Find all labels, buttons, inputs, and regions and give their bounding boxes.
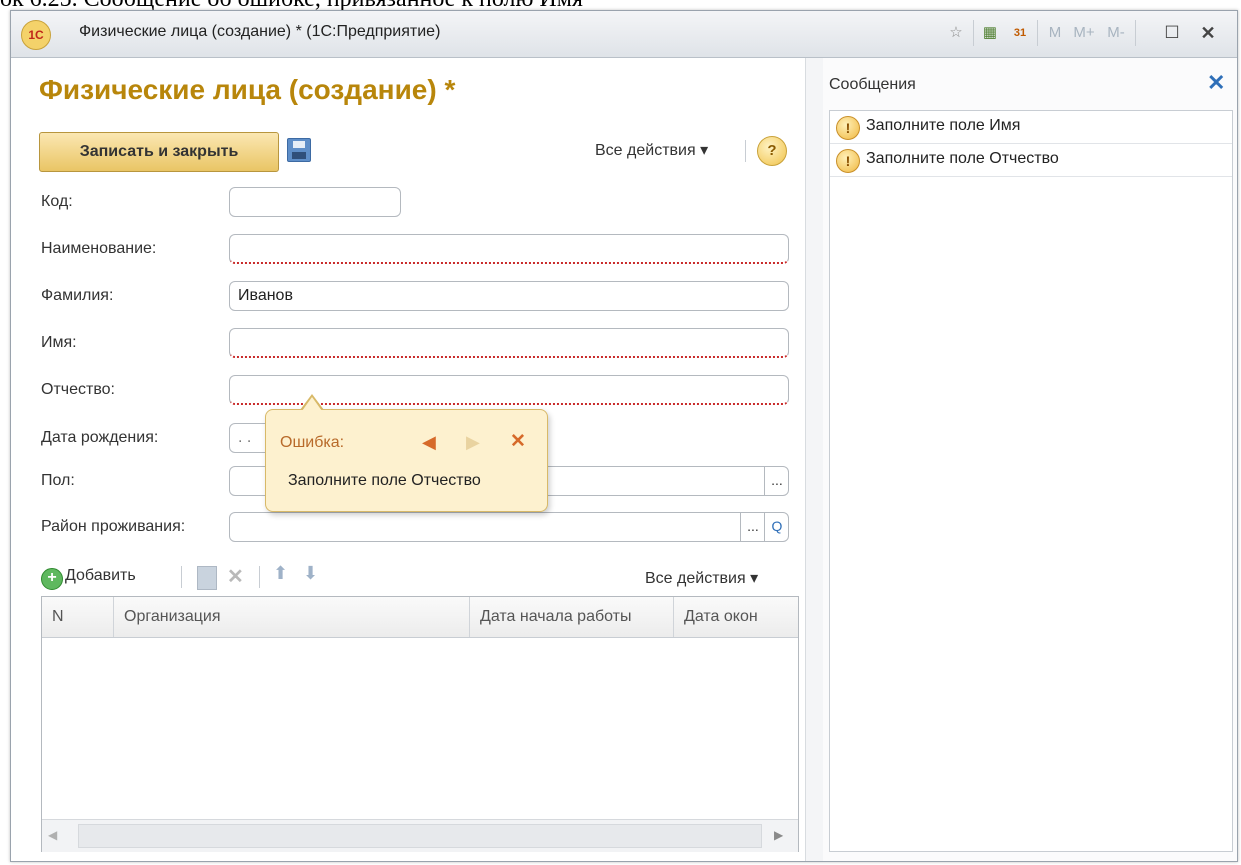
save-icon[interactable] — [287, 138, 311, 162]
balloon-pointer-fill — [302, 397, 322, 411]
column-header-end-date[interactable]: Дата окон — [674, 597, 798, 637]
gender-label: Пол: — [41, 472, 75, 489]
add-label: Добавить — [65, 567, 136, 584]
first-name-label: Имя: — [41, 334, 77, 351]
column-header-n[interactable]: N — [42, 597, 114, 637]
toolbar-separator — [973, 20, 974, 46]
toolbar-separator — [259, 566, 260, 588]
close-icon[interactable]: ✕ — [510, 430, 526, 453]
warning-icon: ! — [836, 149, 860, 173]
scroll-left-icon[interactable]: ◀ — [48, 828, 57, 842]
district-input[interactable]: ... Q — [229, 512, 789, 542]
copy-icon[interactable] — [197, 566, 217, 590]
gender-choice-button[interactable]: ... — [764, 467, 789, 495]
code-input[interactable] — [229, 187, 401, 217]
all-actions-menu[interactable]: Все действия ▾ — [595, 140, 708, 160]
add-icon: + — [41, 568, 63, 590]
next-icon[interactable]: ▶ — [466, 432, 480, 453]
memory-plus-icon[interactable]: M+ — [1071, 22, 1097, 44]
maximize-icon[interactable]: ☐ — [1161, 22, 1183, 44]
calendar-icon[interactable]: 31 — [1009, 22, 1031, 44]
close-icon[interactable]: ✕ — [1207, 70, 1225, 96]
balloon-title: Ошибка: — [280, 434, 345, 451]
scroll-right-icon[interactable]: ▶ — [774, 828, 783, 842]
favorites-icon[interactable]: ☆ — [945, 22, 967, 44]
patronymic-label: Отчество: — [41, 381, 115, 398]
toolbar-separator — [1037, 20, 1038, 46]
add-row-button[interactable]: + Добавить — [41, 566, 181, 592]
memory-m-icon[interactable]: M — [1045, 22, 1065, 44]
code-label: Код: — [41, 193, 73, 210]
toolbar-separator — [1135, 20, 1136, 46]
column-header-organization[interactable]: Организация — [114, 597, 470, 637]
birth-date-label: Дата рождения: — [41, 429, 159, 446]
district-label: Район проживания: — [41, 518, 186, 535]
message-text: Заполните поле Имя — [866, 117, 1021, 134]
message-item[interactable]: ! Заполните поле Отчество — [830, 144, 1232, 177]
messages-list: ! Заполните поле Имя ! Заполните поле От… — [829, 110, 1233, 852]
title-bar: 1С Физические лица (создание) * (1С:Пред… — [11, 11, 1237, 58]
help-icon[interactable]: ? — [757, 136, 787, 166]
employment-table[interactable]: N Организация Дата начала работы Дата ок… — [41, 596, 799, 852]
app-window: 1С Физические лица (создание) * (1С:Пред… — [10, 10, 1238, 862]
move-down-icon[interactable]: ⬇ — [303, 563, 318, 584]
search-icon[interactable]: Q — [764, 513, 789, 541]
column-header-start-date[interactable]: Дата начала работы — [470, 597, 674, 637]
toolbar-separator — [745, 140, 746, 162]
table-header: N Организация Дата начала работы Дата ок… — [42, 597, 798, 638]
district-choice-button[interactable]: ... — [740, 513, 765, 541]
form-title: Физические лица (создание) * — [39, 74, 456, 105]
messages-panel: Сообщения ✕ ! Заполните поле Имя ! Запол… — [823, 58, 1237, 861]
horizontal-scrollbar[interactable]: ◀ ▶ — [42, 819, 798, 852]
toolbar-separator — [181, 566, 182, 588]
table-all-actions-menu[interactable]: Все действия ▾ — [645, 568, 758, 588]
scrollbar-thumb[interactable] — [78, 824, 762, 848]
message-item[interactable]: ! Заполните поле Имя — [830, 111, 1232, 144]
name-input[interactable] — [229, 234, 789, 264]
messages-title: Сообщения — [829, 76, 916, 93]
name-label: Наименование: — [41, 240, 157, 257]
surname-input[interactable]: Иванов — [229, 281, 789, 311]
app-logo-icon[interactable]: 1С — [21, 20, 51, 50]
move-up-icon[interactable]: ⬆ — [273, 563, 288, 584]
delete-icon[interactable]: ✕ — [227, 564, 244, 589]
previous-icon[interactable]: ◀ — [422, 432, 436, 453]
panel-splitter[interactable] — [805, 58, 825, 861]
balloon-message: Заполните поле Отчество — [288, 472, 481, 489]
window-title: Физические лица (создание) * (1С:Предпри… — [79, 23, 441, 40]
error-balloon: Ошибка: ◀ ▶ ✕ Заполните поле Отчество — [265, 409, 548, 512]
close-icon[interactable]: ✕ — [1197, 22, 1219, 44]
memory-minus-icon[interactable]: M- — [1103, 22, 1129, 44]
warning-icon: ! — [836, 116, 860, 140]
first-name-input[interactable] — [229, 328, 789, 358]
message-text: Заполните поле Отчество — [866, 150, 1059, 167]
calculator-icon[interactable]: ▦ — [979, 22, 1001, 44]
save-and-close-button[interactable]: Записать и закрыть — [39, 132, 279, 172]
surname-label: Фамилия: — [41, 287, 114, 304]
